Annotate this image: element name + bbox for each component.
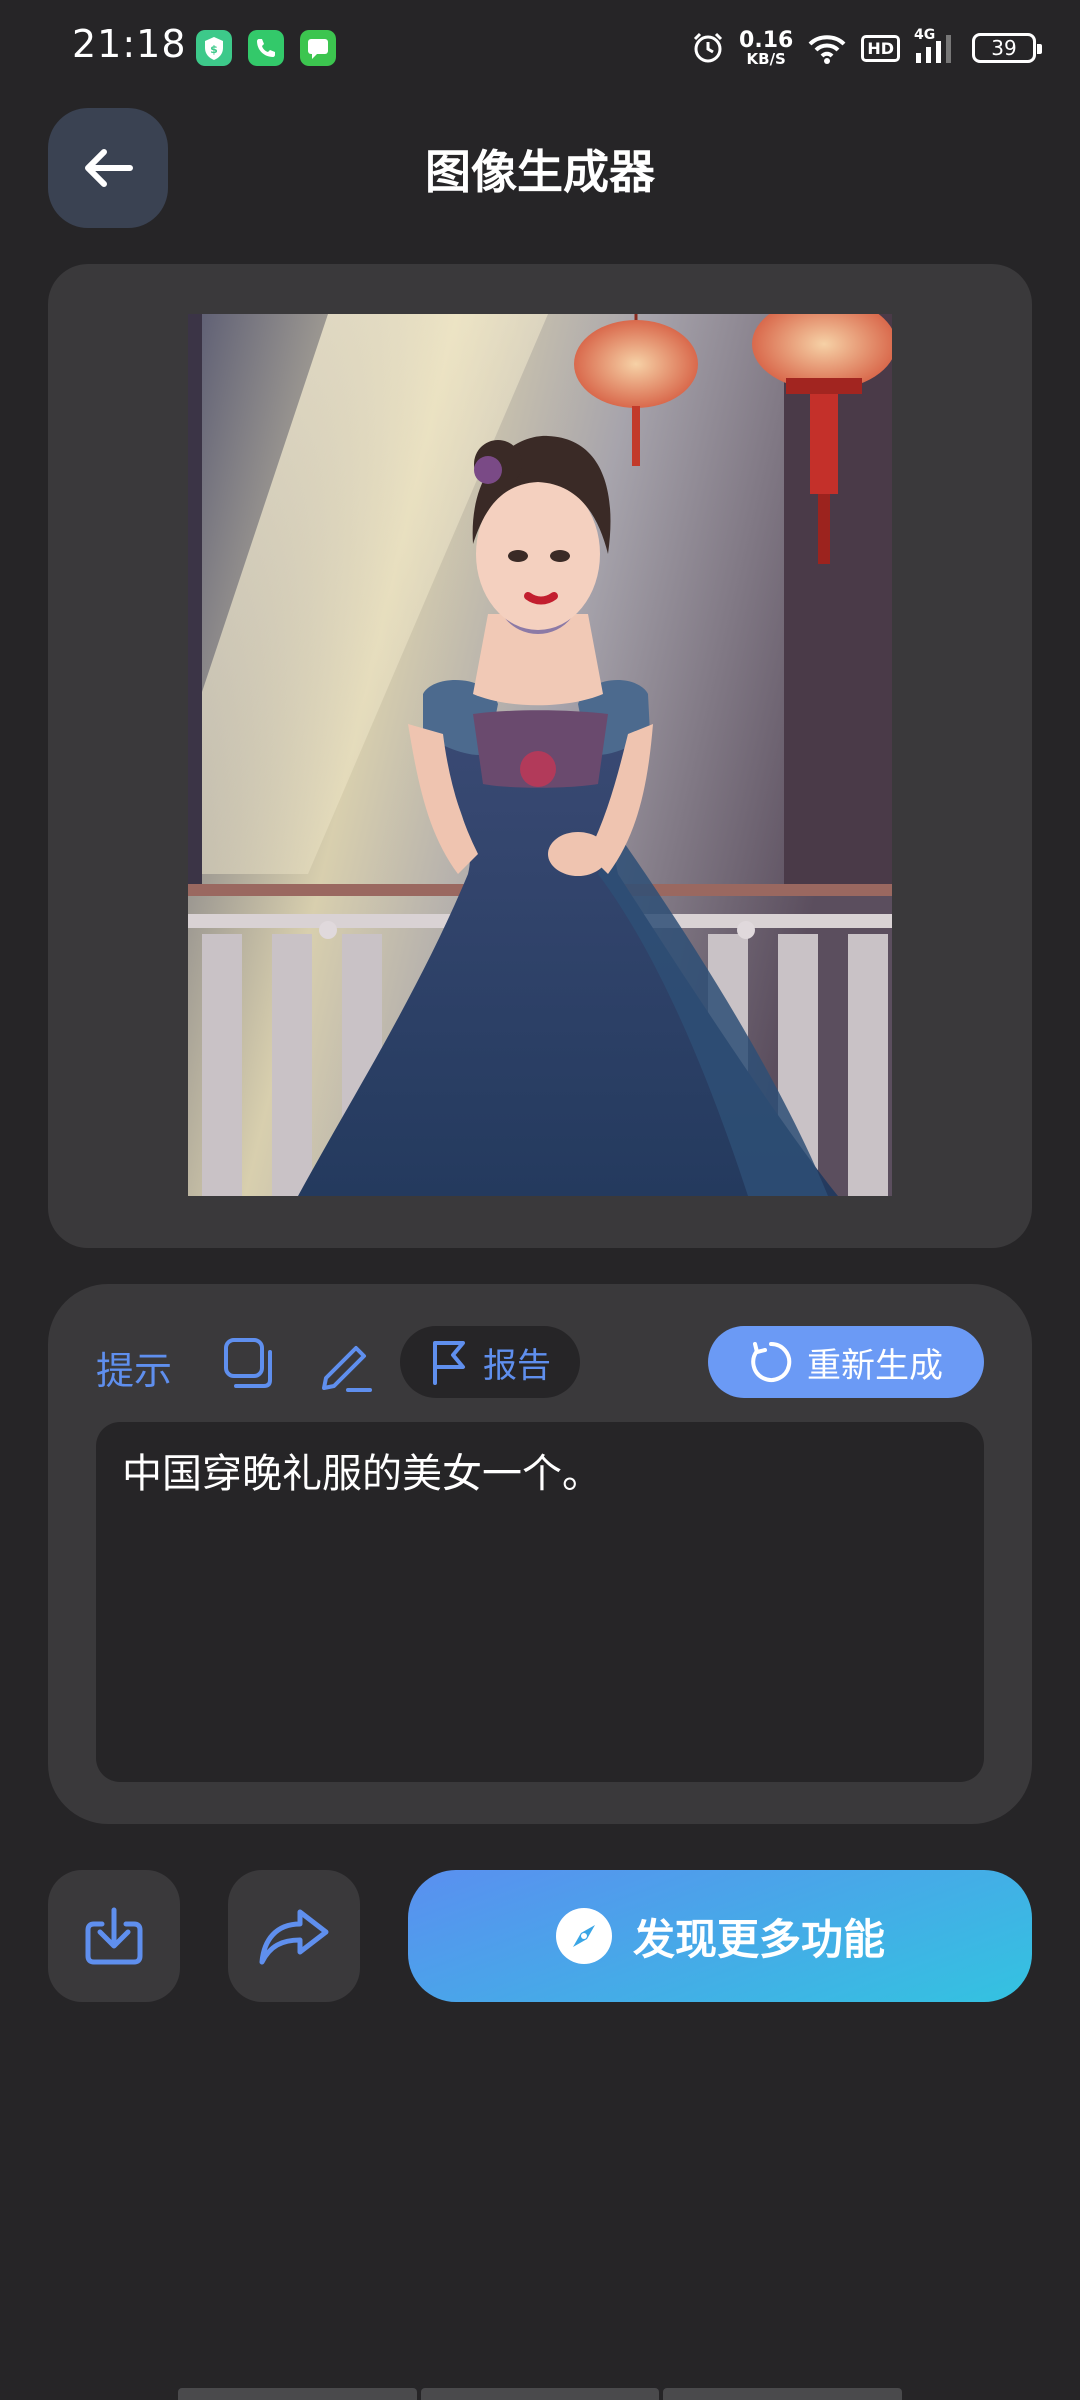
svg-text:$: $: [210, 43, 218, 56]
flag-icon: [433, 1341, 465, 1385]
discover-label: 发现更多功能: [632, 1914, 885, 1964]
battery-level: 39: [991, 36, 1017, 60]
status-indicators: 0.16 KB/S HD 4G 39: [691, 24, 1042, 72]
refresh-icon: [751, 1341, 792, 1382]
status-time: 21:18: [72, 22, 187, 66]
share-button[interactable]: [228, 1870, 360, 2002]
download-icon: [85, 1907, 143, 1965]
regenerate-button[interactable]: 重新生成: [708, 1326, 984, 1398]
wifi-icon: [808, 35, 846, 64]
edit-button[interactable]: [316, 1334, 376, 1394]
page-title: 图像生成器: [425, 145, 655, 199]
report-button[interactable]: 报告: [400, 1326, 580, 1398]
compass-icon: [555, 1908, 612, 1964]
status-bar: 21:18 $ 0.16 KB/S HD 4G 39: [0, 0, 1080, 96]
generated-image[interactable]: [188, 314, 892, 1196]
copy-icon: [224, 1338, 272, 1388]
network-speed-unit: KB/S: [746, 49, 786, 68]
discover-more-button[interactable]: 发现更多功能: [408, 1870, 1032, 2002]
share-arrow-icon: [259, 1909, 329, 1965]
copy-button[interactable]: [218, 1334, 278, 1394]
regenerate-label: 重新生成: [807, 1345, 943, 1386]
network-speed-value: 0.16: [739, 27, 794, 53]
image-card: [48, 264, 1032, 1248]
report-label: 报告: [483, 1345, 551, 1386]
prompt-label: 提示: [96, 1349, 173, 1393]
pencil-icon: [322, 1346, 372, 1392]
battery-indicator: 39: [972, 33, 1042, 63]
prompt-card: 提示 报告 重新生成 中国穿晚礼服的美女一个。: [48, 1284, 1032, 1824]
download-button[interactable]: [48, 1870, 180, 2002]
prompt-text: 中国穿晚礼服的美女一个。: [122, 1451, 602, 1497]
messages-app-icon: [300, 30, 336, 66]
image-generator-screen: 21:18 $ 0.16 KB/S HD 4G 39 图像生成器 提示 报告 重…: [0, 0, 1080, 2400]
shield-app-icon: $: [196, 30, 232, 66]
hd-badge: HD: [861, 34, 900, 62]
prompt-text-field[interactable]: 中国穿晚礼服的美女一个。: [96, 1422, 984, 1782]
network-speed: 0.16 KB/S: [739, 27, 794, 68]
alarm-icon: [693, 32, 723, 63]
phone-app-icon: [248, 30, 284, 66]
home-indicator[interactable]: [178, 2388, 903, 2400]
cellular-signal-icon: 4G: [914, 27, 958, 65]
